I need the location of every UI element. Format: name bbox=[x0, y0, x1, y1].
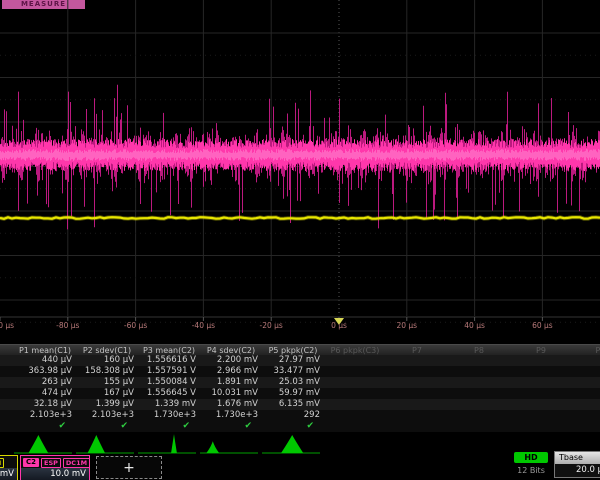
measure-value-cell: 158.308 µV bbox=[76, 366, 134, 377]
measure-stat-row: 263 µV 155 µV 1.550084 V 1.891 mV 25.03 mV bbox=[0, 377, 600, 388]
measure-value-cell: 1.730e+3 bbox=[200, 410, 258, 421]
channel-c2-esp-chip: ESP bbox=[41, 458, 61, 468]
measure-value-cell: 474 µV bbox=[14, 388, 72, 399]
measure-stat-row: 440 µV 160 µV 1.556616 V 2.200 mV 27.97 mV bbox=[0, 355, 600, 366]
add-channel-button[interactable]: + bbox=[96, 456, 162, 479]
measure-value-cell: 2.966 mV bbox=[200, 366, 258, 377]
histicon-thumbnail[interactable] bbox=[200, 433, 258, 455]
checkmark-icon: ✔ bbox=[14, 421, 66, 432]
channel-c1-coupling-chip: DC1M bbox=[0, 458, 4, 468]
measure-value-cell: 33.477 mV bbox=[262, 366, 320, 377]
hd-bits-label: 12 Bits bbox=[505, 466, 557, 475]
measure-value-cell: 1.550084 V bbox=[138, 377, 196, 388]
histicon-row bbox=[0, 433, 600, 457]
measure-value-cell: 1.399 µV bbox=[76, 399, 134, 410]
histicon-thumbnail[interactable] bbox=[262, 433, 320, 455]
measure-value-cell: 1.556616 V bbox=[138, 355, 196, 366]
measure-value-cell: 1.556645 V bbox=[138, 388, 196, 399]
measure-status-row: ✔ ✔ ✔ ✔ ✔ bbox=[0, 421, 600, 432]
measure-stat-row: 363.98 µV 158.308 µV 1.557591 V 2.966 mV 33.… bbox=[0, 366, 600, 377]
time-tick-label: -60 µs bbox=[114, 321, 158, 330]
measure-stat-row: 474 µV 167 µV 1.556645 V 10.031 mV 59.97 mV bbox=[0, 388, 600, 399]
channel-c2-scale: 10.0 mV bbox=[21, 468, 89, 480]
plus-icon: + bbox=[123, 460, 135, 476]
checkmark-icon: ✔ bbox=[262, 421, 314, 432]
time-tick-label: -40 µs bbox=[181, 321, 225, 330]
measure-value-cell: 1.339 mV bbox=[138, 399, 196, 410]
measure-value-cell: 2.200 mV bbox=[200, 355, 258, 366]
time-tick-label: 80 µs bbox=[588, 321, 600, 330]
measure-value-cell: 292 bbox=[262, 410, 320, 421]
timebase-title: Tbase bbox=[555, 452, 600, 464]
measure-value-cell: 1.730e+3 bbox=[138, 410, 196, 421]
oscilloscope-screen: MEASURE -100 µs-80 µs-60 µs-40 µs-20 µs0… bbox=[0, 0, 600, 480]
histicon-thumbnail[interactable] bbox=[14, 433, 72, 455]
channel-descriptor-c1[interactable]: C1 DC1M 10.0 mV bbox=[0, 455, 18, 480]
hd-mode-badge[interactable]: HD bbox=[514, 452, 548, 463]
measure-stat-row: 32.18 µV 1.399 µV 1.339 mV 1.676 mV 6.135 mV bbox=[0, 399, 600, 410]
measure-value-cell: 2.103e+3 bbox=[14, 410, 72, 421]
channel-c2-tag: C2 bbox=[23, 458, 39, 467]
measure-value-cell: 167 µV bbox=[76, 388, 134, 399]
time-tick-label: -80 µs bbox=[46, 321, 90, 330]
measure-value-cell: 25.03 mV bbox=[262, 377, 320, 388]
channel-descriptor-c2[interactable]: C2 ESPDC1M 10.0 mV bbox=[20, 455, 90, 480]
time-tick-label: -100 µs bbox=[0, 321, 22, 330]
measure-value-cell: 155 µV bbox=[76, 377, 134, 388]
time-tick-label: 60 µs bbox=[520, 321, 564, 330]
measure-value-cell: 32.18 µV bbox=[14, 399, 72, 410]
timebase-descriptor[interactable]: Tbase 20.0 µs bbox=[554, 451, 600, 478]
checkmark-icon: ✔ bbox=[138, 421, 190, 432]
channel-c1-scale: 10.0 mV bbox=[0, 468, 17, 480]
checkmark-icon: ✔ bbox=[76, 421, 128, 432]
measure-value-cell: 2.103e+3 bbox=[76, 410, 134, 421]
time-tick-label: 40 µs bbox=[453, 321, 497, 330]
time-tick-label: 20 µs bbox=[385, 321, 429, 330]
checkmark-icon: ✔ bbox=[200, 421, 252, 432]
measure-value-cell: 59.97 mV bbox=[262, 388, 320, 399]
measurement-table: P1 mean(C1)P2 sdev(C1)P3 mean(C2)P4 sdev… bbox=[0, 344, 600, 432]
channel-c2-dc1m-chip: DC1M bbox=[63, 458, 90, 468]
waveform-area bbox=[0, 0, 600, 336]
timebase-value: 20.0 µs bbox=[555, 464, 600, 477]
measure-value-cell: 1.557591 V bbox=[138, 366, 196, 377]
measure-value-cell: 363.98 µV bbox=[14, 366, 72, 377]
measure-value-cell: 10.031 mV bbox=[200, 388, 258, 399]
measure-value-cell: 1.676 mV bbox=[200, 399, 258, 410]
measure-value-cell: 27.97 mV bbox=[262, 355, 320, 366]
time-tick-label: 0 µs bbox=[317, 321, 361, 330]
measure-value-cell: 263 µV bbox=[14, 377, 72, 388]
histicon-thumbnail[interactable] bbox=[138, 433, 196, 455]
measure-stat-row: 2.103e+3 2.103e+3 1.730e+3 1.730e+3 292 bbox=[0, 410, 600, 421]
measure-value-cell: 1.891 mV bbox=[200, 377, 258, 388]
time-tick-label: -20 µs bbox=[249, 321, 293, 330]
measure-value-cell: 440 µV bbox=[14, 355, 72, 366]
histicon-thumbnail[interactable] bbox=[76, 433, 134, 455]
measure-value-cell: 160 µV bbox=[76, 355, 134, 366]
measure-value-cell: 6.135 mV bbox=[262, 399, 320, 410]
